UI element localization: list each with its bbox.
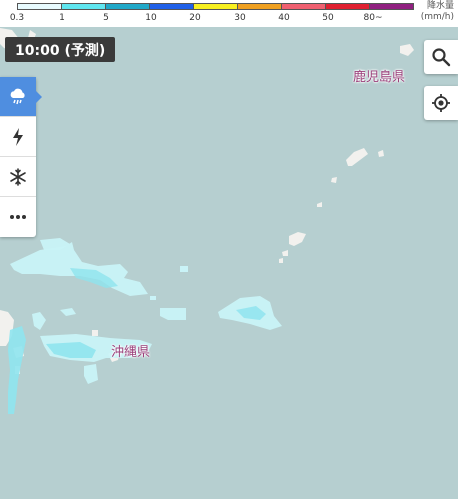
legend-swatch — [61, 4, 105, 9]
crosshair-location-icon — [432, 94, 450, 112]
legend-swatch — [325, 4, 369, 9]
layer-button-more[interactable] — [0, 197, 36, 237]
search-button[interactable] — [424, 40, 458, 74]
legend-unit-label: (mm/h) — [420, 12, 454, 22]
legend-tick: 80~ — [363, 13, 383, 23]
legend-swatch — [193, 4, 237, 9]
legend-tick: 1 — [59, 13, 65, 23]
legend-swatch — [281, 4, 325, 9]
layer-button-lightning[interactable] — [0, 117, 36, 157]
legend-tick: 50 — [322, 13, 334, 23]
current-location-button[interactable] — [424, 86, 458, 120]
legend-tick: 10 — [145, 13, 157, 23]
legend-swatch — [237, 4, 281, 9]
legend-swatch — [149, 4, 193, 9]
map-label-okinawa: 沖縄県 — [111, 345, 151, 360]
search-icon — [432, 48, 451, 67]
legend-tick: 20 — [189, 13, 201, 23]
legend-swatch — [369, 4, 413, 9]
precipitation-legend: 0.3 1 5 10 20 30 40 50 80~ 降水量 (mm/h) — [0, 0, 458, 27]
map-label-kagoshima: 鹿児島県 — [353, 70, 406, 85]
time-badge[interactable]: 10:00 (予測) — [5, 37, 116, 62]
layer-button-snow[interactable] — [0, 157, 36, 197]
rain-cloud-icon — [10, 88, 25, 104]
legend-swatch — [18, 4, 61, 9]
legend-tick: 5 — [103, 13, 109, 23]
legend-tick: 0.3 — [9, 13, 25, 23]
more-dots-icon — [10, 215, 26, 219]
layer-selector — [0, 77, 42, 237]
legend-title: 降水量 — [426, 1, 454, 11]
legend-swatch — [105, 4, 149, 9]
legend-color-scale — [17, 3, 414, 10]
legend-tick: 30 — [234, 13, 246, 23]
snowflake-icon — [10, 167, 26, 186]
layer-button-rain[interactable] — [0, 77, 42, 117]
legend-unit: 降水量 (mm/h) — [421, 1, 454, 23]
legend-tick: 40 — [278, 13, 290, 23]
lightning-icon — [13, 127, 23, 146]
